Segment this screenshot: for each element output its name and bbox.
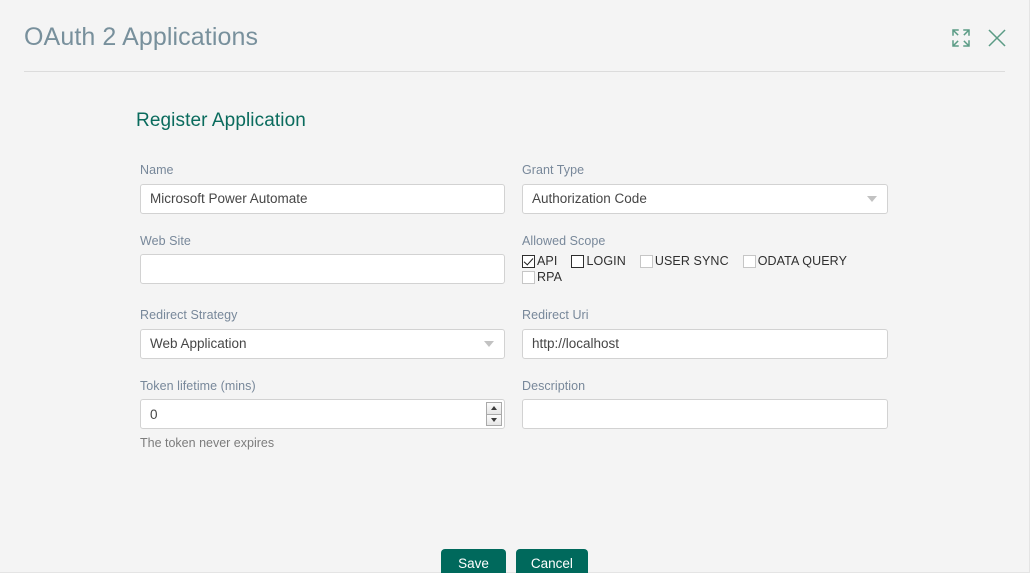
field-name: Name — [140, 164, 505, 214]
redirect-uri-label: Redirect Uri — [522, 308, 589, 322]
redirect-uri-input[interactable] — [522, 328, 888, 359]
section-title: Register Application — [136, 110, 306, 131]
dialog-header: OAuth 2 Applications — [0, 0, 1029, 72]
name-label: Name — [140, 163, 174, 177]
scope-label: LOGIN — [586, 254, 626, 268]
redirect-strategy-value[interactable]: Web Application — [140, 328, 505, 359]
scope-label: USER SYNC — [654, 254, 729, 268]
scope-checkbox-rpa[interactable]: RPA — [522, 270, 562, 284]
form-actions: Save Cancel — [0, 549, 1029, 573]
token-lifetime-helper-text: The token never expires — [140, 436, 275, 450]
web-site-input[interactable] — [140, 254, 505, 284]
page-title: OAuth 2 Applications — [24, 22, 259, 51]
scope-checkbox-user-sync[interactable]: USER SYNC — [639, 254, 729, 268]
field-redirect-uri: Redirect Uri — [522, 309, 888, 359]
token-lifetime-input[interactable] — [140, 399, 505, 429]
grant-type-label: Grant Type — [522, 163, 585, 177]
oauth-applications-dialog: OAuth 2 Applications Register Applicatio… — [0, 0, 1030, 573]
stepper-increment-button[interactable] — [487, 403, 501, 415]
web-site-label: Web Site — [140, 233, 191, 248]
field-redirect-strategy: Redirect Strategy Web Application — [140, 309, 505, 359]
grant-type-value[interactable]: Authorization Code — [522, 183, 888, 214]
scope-checkbox-odata-query[interactable]: ODATA QUERY — [742, 254, 848, 268]
close-icon[interactable] — [987, 28, 1007, 48]
stepper-decrement-button[interactable] — [487, 414, 501, 425]
field-token-lifetime: Token lifetime (mins) The token nev — [140, 378, 505, 450]
cancel-button[interactable]: Cancel — [515, 549, 588, 573]
number-stepper[interactable] — [486, 402, 502, 426]
allowed-scope-group: API LOGIN USER SYNC ODATA QUERY RPA — [522, 254, 867, 286]
form-row-3: Redirect Strategy Web Application Redire… — [140, 309, 888, 359]
checkbox-box[interactable] — [639, 254, 653, 268]
expand-icon[interactable] — [951, 28, 971, 48]
scope-label: API — [537, 254, 558, 268]
field-allowed-scope: Allowed Scope API LOGIN USER SYNC ODATA … — [522, 233, 888, 287]
header-actions — [951, 28, 1007, 48]
field-grant-type: Grant Type Authorization Code — [522, 164, 888, 214]
scope-checkbox-api[interactable]: API — [522, 254, 557, 268]
header-divider — [24, 71, 1005, 72]
register-application-form: Name Grant Type Authorization Code Web S… — [140, 164, 888, 450]
token-lifetime-control — [140, 399, 505, 429]
scope-label: ODATA QUERY — [757, 254, 848, 268]
checkbox-box[interactable] — [522, 254, 535, 268]
field-web-site: Web Site — [140, 233, 505, 287]
description-input[interactable] — [522, 399, 888, 429]
allowed-scope-label: Allowed Scope — [522, 233, 606, 248]
form-row-1: Name Grant Type Authorization Code — [140, 164, 888, 214]
redirect-strategy-label: Redirect Strategy — [140, 308, 238, 322]
form-row-2: Web Site Allowed Scope API LOGIN USER SY… — [140, 233, 888, 287]
field-description: Description — [522, 378, 888, 451]
name-input[interactable] — [140, 183, 505, 214]
redirect-strategy-select[interactable]: Web Application — [140, 328, 505, 359]
grant-type-select[interactable]: Authorization Code — [522, 183, 888, 214]
checkbox-box[interactable] — [522, 270, 535, 284]
scope-checkbox-login[interactable]: LOGIN — [571, 254, 626, 268]
triangle-down-icon — [491, 417, 497, 422]
form-row-4: Token lifetime (mins) The token nev — [140, 378, 888, 451]
checkbox-box[interactable] — [742, 254, 756, 268]
save-button[interactable]: Save — [441, 549, 506, 573]
scope-label: RPA — [537, 270, 563, 284]
description-label: Description — [522, 378, 586, 393]
token-lifetime-label: Token lifetime (mins) — [140, 378, 256, 393]
triangle-up-icon — [491, 406, 497, 411]
checkbox-box[interactable] — [571, 254, 585, 268]
